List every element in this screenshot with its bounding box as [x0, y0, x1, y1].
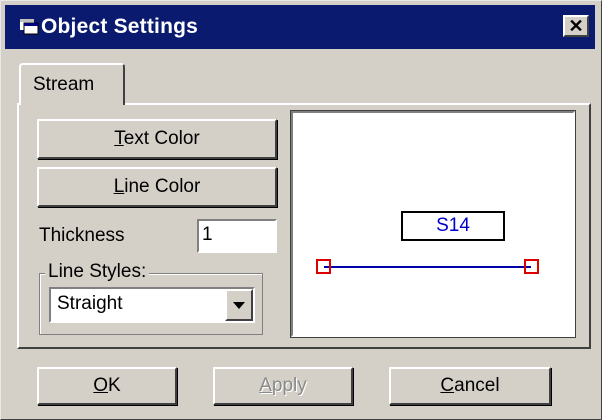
tab-stream[interactable]: Stream [19, 63, 125, 105]
ok-accel: O [93, 375, 109, 396]
line-color-label: ine Color [124, 176, 201, 197]
close-icon: ✕ [568, 16, 584, 36]
object-settings-dialog: Object Settings ✕ Stream Text Color Line… [0, 0, 602, 420]
text-color-label: ext Color [123, 128, 200, 149]
cancel-accel: C [440, 375, 455, 396]
cancel-button[interactable]: Cancel [389, 367, 551, 405]
ok-button[interactable]: OK [37, 367, 177, 405]
line-color-button[interactable]: Line Color [37, 167, 277, 207]
ok-label: K [108, 375, 121, 396]
title-bar[interactable]: Object Settings ✕ [5, 5, 595, 49]
thickness-label: Thickness [39, 225, 125, 246]
cancel-label: ancel [454, 375, 500, 396]
stream-line-preview [316, 259, 539, 274]
apply-button[interactable]: Apply [213, 367, 353, 405]
apply-label: pply [271, 375, 307, 396]
text-color-accel: T [114, 128, 124, 149]
app-window-icon [20, 19, 39, 35]
dropdown-arrow-icon [233, 302, 245, 309]
line-preview-canvas: S14 [290, 110, 576, 338]
line-styles-legend: Line Styles: [45, 261, 150, 283]
line-style-select[interactable]: Straight [49, 287, 255, 323]
dropdown-button[interactable] [225, 289, 253, 321]
tab-label: Stream [33, 74, 95, 95]
apply-accel: A [259, 375, 272, 396]
text-color-button[interactable]: Text Color [37, 119, 277, 159]
close-button[interactable]: ✕ [563, 15, 589, 37]
line-style-value: Straight [57, 293, 123, 314]
window-title: Object Settings [41, 15, 199, 38]
line-color-accel: L [113, 176, 125, 197]
thickness-input[interactable]: 1 [197, 219, 277, 253]
